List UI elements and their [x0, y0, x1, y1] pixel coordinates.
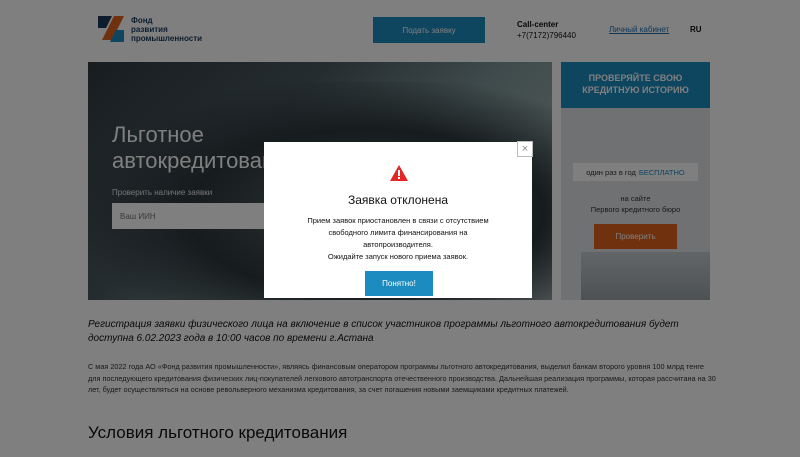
- modal-title: Заявка отклонена: [347, 193, 449, 207]
- modal-message-line: Прием заявок приостановлен в связи с отс…: [307, 216, 489, 225]
- rejection-modal: × Заявка отклонена Прием заявок приостан…: [264, 141, 533, 298]
- ok-button[interactable]: Понятно!: [365, 271, 433, 296]
- close-icon[interactable]: ×: [517, 141, 533, 157]
- warning-icon: [390, 165, 408, 181]
- modal-message: Прием заявок приостановлен в связи с отс…: [274, 215, 522, 263]
- modal-message-line: свободного лимита финансирования на: [328, 228, 468, 237]
- modal-message-line: автопроизводителя.: [363, 240, 433, 249]
- modal-message-line: Ожидайте запуск нового приема заявок.: [327, 252, 469, 261]
